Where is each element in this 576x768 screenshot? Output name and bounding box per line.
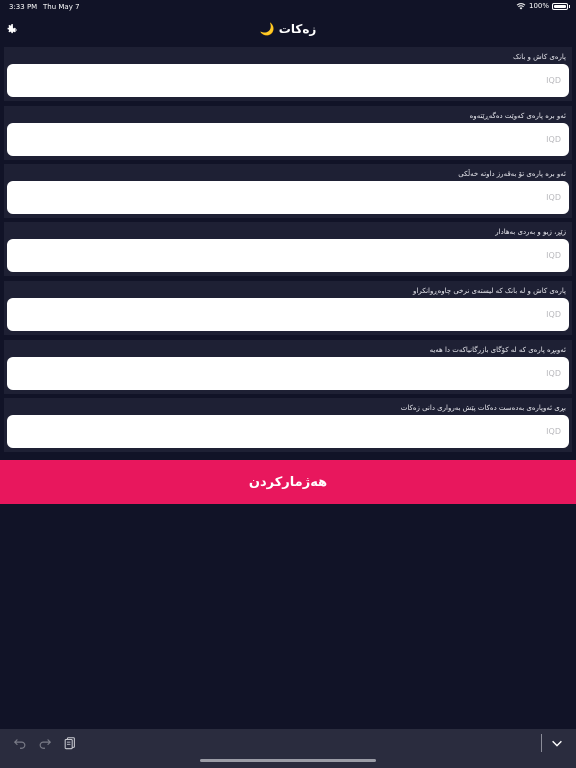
battery-percent: 100% [528,2,549,10]
expected-cash-input[interactable] [7,298,569,331]
status-indicators: 100% [516,2,570,10]
field-section-cash-bank: پارەی کاش و بانک [4,47,572,101]
home-indicator [200,759,376,762]
returned-money-input[interactable] [7,123,569,156]
undo-icon[interactable] [13,736,27,750]
toolbar-divider [541,734,542,752]
income-before-date-input[interactable] [7,415,569,448]
field-label: پارەی کاش و بانک [513,53,566,61]
status-bar: 3:33 PM Thu May 7 100% [0,0,576,16]
field-section-loans-given: ئەو برە پارەی تۆ بەقەرز داوتە خەڵکی [4,164,572,218]
field-label: پارەی کاش و لە بانک کە لیستەی نرخی چاوەڕ… [413,287,566,295]
field-label: ئەو برە پارەی کەوێت دەگەڕێتەوە [469,112,566,120]
gold-silver-input[interactable] [7,239,569,272]
wifi-icon [516,3,526,10]
field-section-expected-cash: پارەی کاش و لە بانک کە لیستەی نرخی چاوەڕ… [4,281,572,335]
cash-bank-input[interactable] [7,64,569,97]
redo-icon[interactable] [38,736,52,750]
field-section-income-before-date: بڕی ئەوپارەی بەدەست دەکات پێش بەرواری دا… [4,398,572,452]
loans-given-input[interactable] [7,181,569,214]
calculate-button[interactable]: هەژمارکردن [0,460,576,504]
page-title: 🌙 زەکات [259,22,317,36]
chevron-down-icon[interactable] [550,736,564,750]
battery-icon [552,2,568,10]
field-section-gold-silver: زێڕ، زیو و بەردی بەهادار [4,222,572,276]
battery-tip [569,4,570,8]
field-section-inventory: ئەوبڕە پارەی کە لە کۆگای بازرگانیاکەت دا… [4,340,572,394]
field-label: ئەوبڕە پارەی کە لە کۆگای بازرگانیاکەت دا… [429,346,566,354]
status-time: 3:33 PM [9,3,38,11]
status-date: Thu May 7 [43,3,80,11]
field-section-returned-money: ئەو برە پارەی کەوێت دەگەڕێتەوە [4,106,572,160]
field-label: ئەو برە پارەی تۆ بەقەرز داوتە خەڵکی [458,170,566,178]
bottom-toolbar [0,729,576,768]
nav-bar: 🌙 زەکات [0,18,576,42]
field-label: بڕی ئەوپارەی بەدەست دەکات پێش بەرواری دا… [400,404,566,412]
clipboard-icon[interactable] [63,736,77,750]
field-label: زێڕ، زیو و بەردی بەهادار [495,228,566,236]
inventory-input[interactable] [7,357,569,390]
